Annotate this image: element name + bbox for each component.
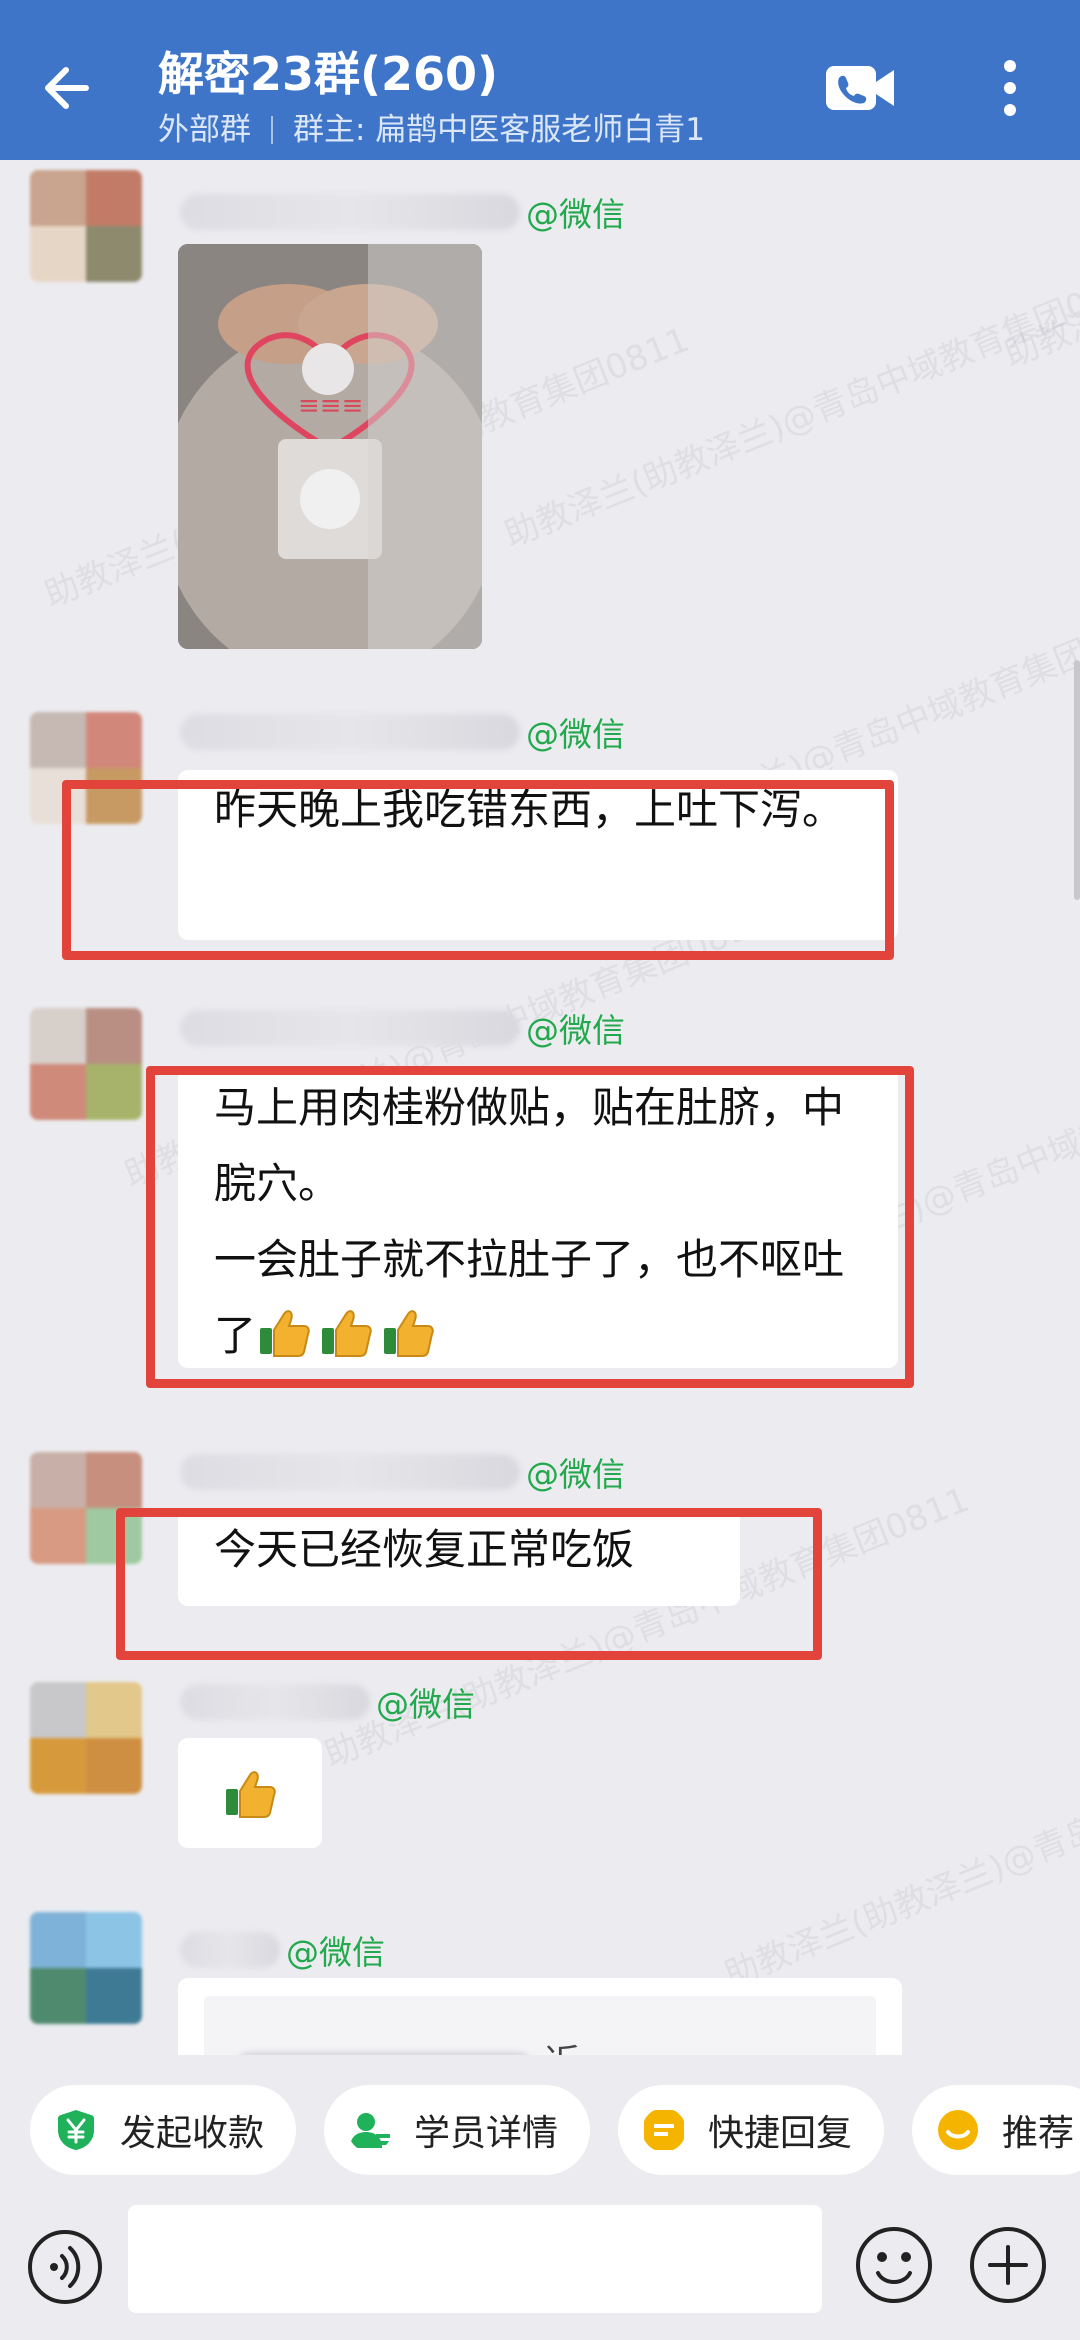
scrollbar[interactable] — [1074, 660, 1080, 900]
sender-name: @微信 — [180, 1930, 385, 1972]
sender-name: @微信 — [180, 712, 625, 754]
blurred-sender-name — [180, 194, 520, 230]
svg-text:≡≡≡: ≡≡≡ — [298, 391, 363, 421]
add-attachment-icon[interactable] — [968, 2225, 1048, 2305]
yen-shield-icon — [58, 2110, 94, 2150]
avatar[interactable] — [30, 170, 142, 282]
group-type-label: 外部群 — [158, 112, 251, 148]
chip-label: 发起收款 — [120, 2113, 265, 2154]
quoted-content: 近: — [204, 1996, 876, 2055]
student-details-button[interactable]: 学员详情 — [324, 2085, 591, 2175]
video-call-icon[interactable] — [824, 60, 896, 116]
avatar[interactable] — [30, 712, 142, 824]
watermark: 助教泽兰(助教泽兰)@青岛中域教育集团0811 — [718, 1699, 1080, 1996]
wechat-tag: @微信 — [526, 195, 625, 234]
chip-label: 快捷回复 — [708, 2113, 853, 2154]
user-card-icon — [350, 2113, 390, 2148]
sender-name: @微信 — [180, 1008, 625, 1050]
blurred-sender-name — [180, 1010, 520, 1046]
sender-name: @微信 — [180, 192, 625, 234]
wechat-tag: @微信 — [286, 1933, 385, 1972]
text-message-bubble[interactable]: 马上用肉桂粉做贴，贴在肚脐，中脘穴。 一会肚子就不拉肚子了，也不呕吐了 — [178, 1068, 898, 1368]
quoted-text: 近: — [544, 2042, 592, 2055]
message-text: 昨天晚上我吃错东西，上吐下泻。 — [214, 785, 845, 834]
wechat-tag: @微信 — [526, 1011, 625, 1050]
emoji-message-bubble[interactable] — [178, 1738, 322, 1848]
blurred-sender-name — [180, 1454, 520, 1490]
image-message[interactable]: ≡≡≡ — [178, 244, 482, 649]
avatar[interactable] — [30, 1682, 142, 1794]
recommend-button[interactable]: 推荐 — [912, 2085, 1080, 2175]
message-input-bar — [0, 2205, 1080, 2340]
quick-action-bar[interactable]: 发起收款 学员详情 快捷回复 推荐 — [0, 2055, 1080, 2205]
message-text: 今天已经恢复正常吃饭 — [214, 1525, 635, 1574]
back-arrow-icon[interactable] — [36, 52, 108, 124]
avatar[interactable] — [30, 1912, 142, 2024]
chip-label: 学员详情 — [414, 2113, 559, 2154]
avatar[interactable] — [30, 1452, 142, 1564]
wechat-tag: @微信 — [376, 1685, 475, 1724]
quick-reply-button[interactable]: 快捷回复 — [618, 2085, 885, 2175]
photo-content: ≡≡≡ — [178, 244, 482, 649]
thumbs-up-icon — [322, 1310, 372, 1357]
message-input[interactable] — [128, 2205, 822, 2313]
chip-label: 推荐 — [1002, 2113, 1075, 2154]
watermark: 助教泽兰(助教泽兰)@青岛中域教育集团0811 — [498, 259, 1080, 556]
more-options-icon[interactable] — [990, 56, 1030, 120]
quick-reply-icon — [644, 2110, 684, 2150]
recommend-icon — [938, 2110, 978, 2150]
group-subtitle: 外部群 群主: 扁鹊中医客服老师白青1 — [158, 104, 705, 149]
thumbs-up-emoji-group — [256, 1310, 442, 1360]
blurred-sender-name — [180, 714, 520, 750]
thumbs-up-icon — [226, 1771, 276, 1818]
start-payment-button[interactable]: 发起收款 — [30, 2085, 297, 2175]
sender-name: @微信 — [180, 1682, 475, 1724]
blurred-sender-name — [180, 1932, 280, 1968]
thumbs-up-icon — [384, 1310, 434, 1357]
blurred-sender-name — [180, 1684, 370, 1720]
thumbs-up-icon — [260, 1310, 310, 1357]
chat-header: 解密23群(260) 外部群 群主: 扁鹊中医客服老师白青1 — [0, 0, 1080, 160]
text-message-bubble[interactable]: 今天已经恢复正常吃饭 — [178, 1510, 740, 1606]
message-text: 马上用肉桂粉做贴，贴在肚脐，中脘穴。 — [214, 1083, 845, 1208]
message-text-line: 一会肚子就不拉肚子了，也不呕吐了 — [214, 1222, 862, 1374]
avatar[interactable] — [30, 1008, 142, 1120]
text-message-bubble[interactable]: 昨天晚上我吃错东西，上吐下泻。 — [178, 770, 898, 940]
wechat-tag: @微信 — [526, 1455, 625, 1494]
watermark: 助教泽兰(助教泽兰)@青岛中域教育集团0811 — [998, 160, 1080, 376]
chat-message-list[interactable]: 助教泽兰(助教泽兰)@青岛中域教育集团0811 助教泽兰(助教泽兰)@青岛中域教… — [0, 160, 1080, 2055]
voice-input-icon[interactable] — [26, 2228, 104, 2306]
wechat-tag: @微信 — [526, 715, 625, 754]
quote-message-bubble[interactable]: 近: — [178, 1978, 902, 2055]
group-owner-label: 群主: 扁鹊中医客服老师白青1 — [293, 112, 706, 148]
group-title: 解密23群(260) — [158, 47, 499, 101]
emoji-icon[interactable] — [854, 2225, 934, 2305]
subtitle-divider — [271, 116, 273, 144]
sender-name: @微信 — [180, 1452, 625, 1494]
